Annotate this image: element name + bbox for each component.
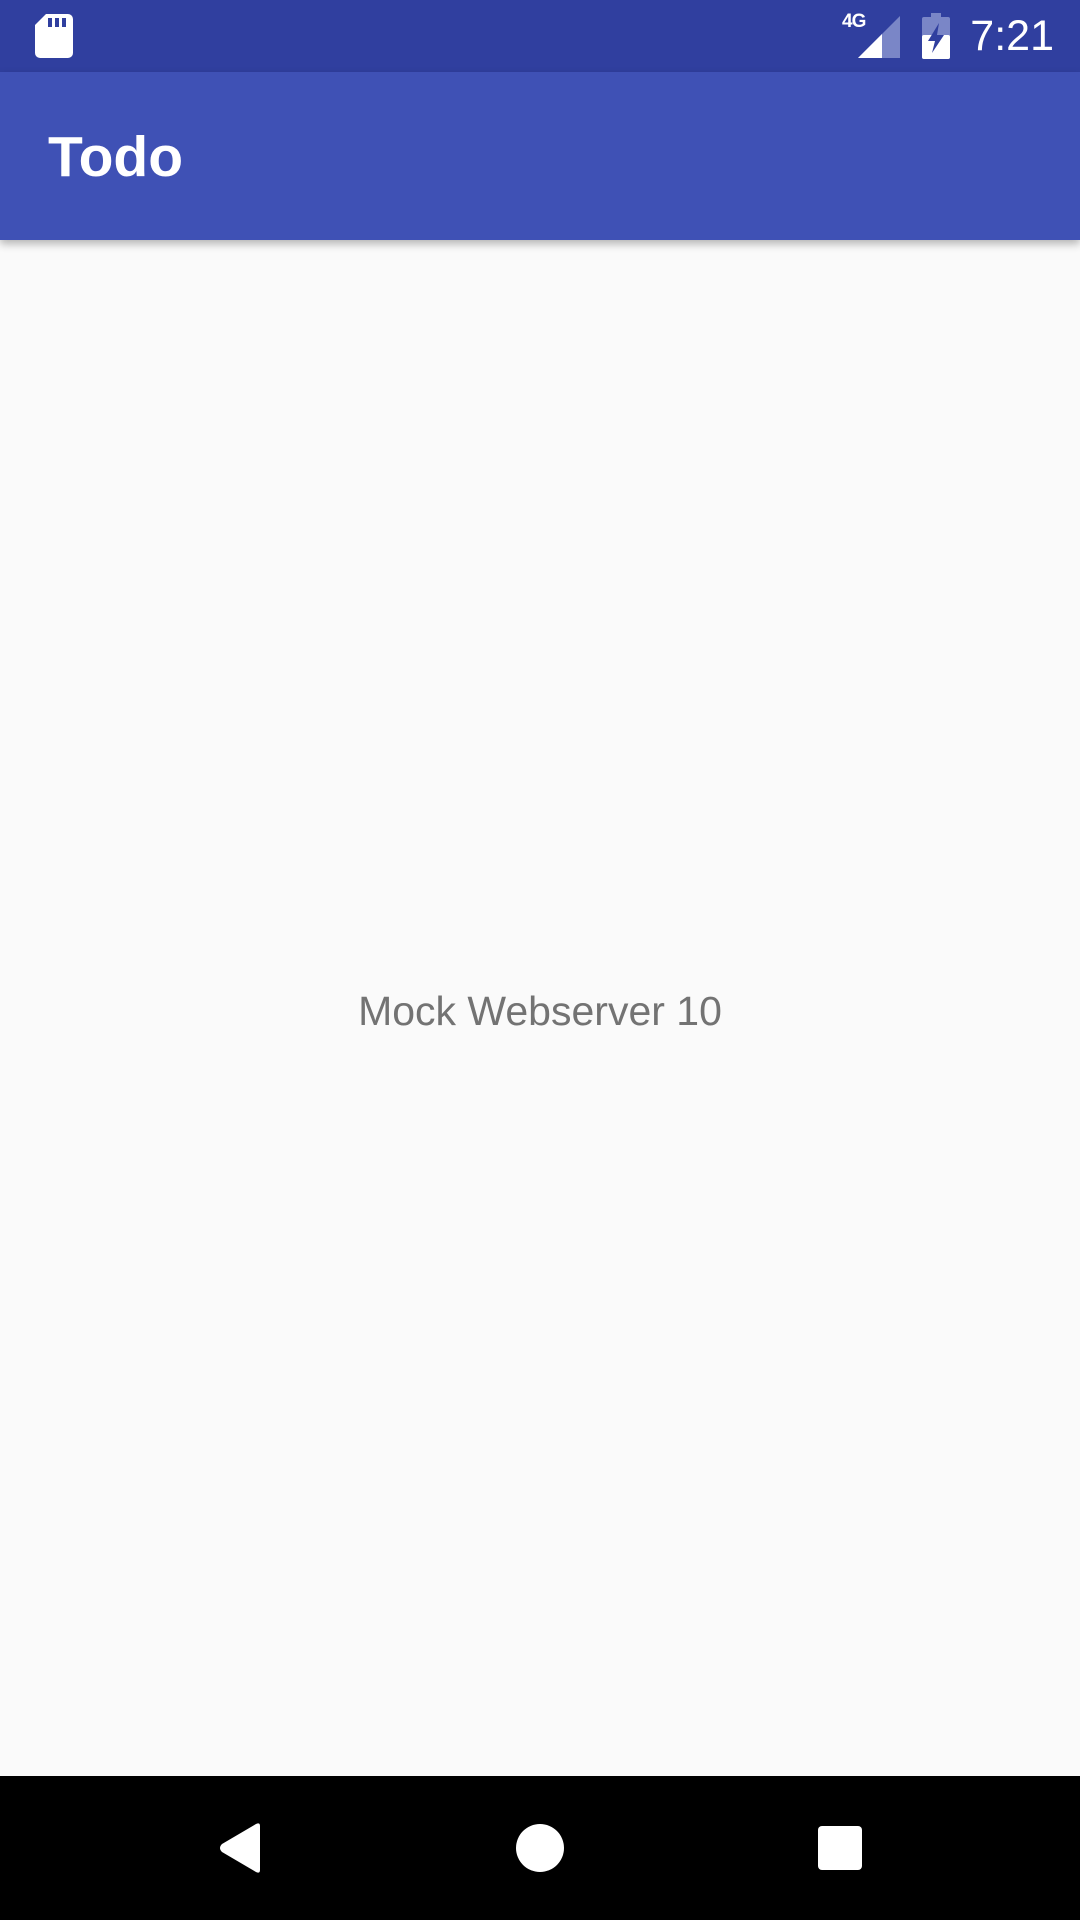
main-content: Mock Webserver 10 xyxy=(0,240,1080,1776)
battery-charging-icon xyxy=(922,13,950,59)
app-title: Todo xyxy=(48,125,184,189)
network-type-label: 4G xyxy=(842,11,866,32)
status-clock: 7:21 xyxy=(970,12,1054,60)
status-bar: 4G 7:21 xyxy=(0,0,1080,72)
home-icon xyxy=(516,1824,564,1872)
recents-button[interactable] xyxy=(790,1798,890,1898)
app-bar: Todo xyxy=(0,72,1080,240)
recents-icon xyxy=(818,1826,862,1870)
screen: 4G 7:21 Todo Mock Webserver 10 xyxy=(0,0,1080,1920)
back-icon xyxy=(220,1823,260,1873)
navigation-bar xyxy=(0,1776,1080,1920)
back-button[interactable] xyxy=(190,1798,290,1898)
sd-card-icon xyxy=(35,14,73,58)
status-message: Mock Webserver 10 xyxy=(358,988,722,1034)
home-button[interactable] xyxy=(490,1798,590,1898)
cellular-status: 4G xyxy=(842,12,900,58)
